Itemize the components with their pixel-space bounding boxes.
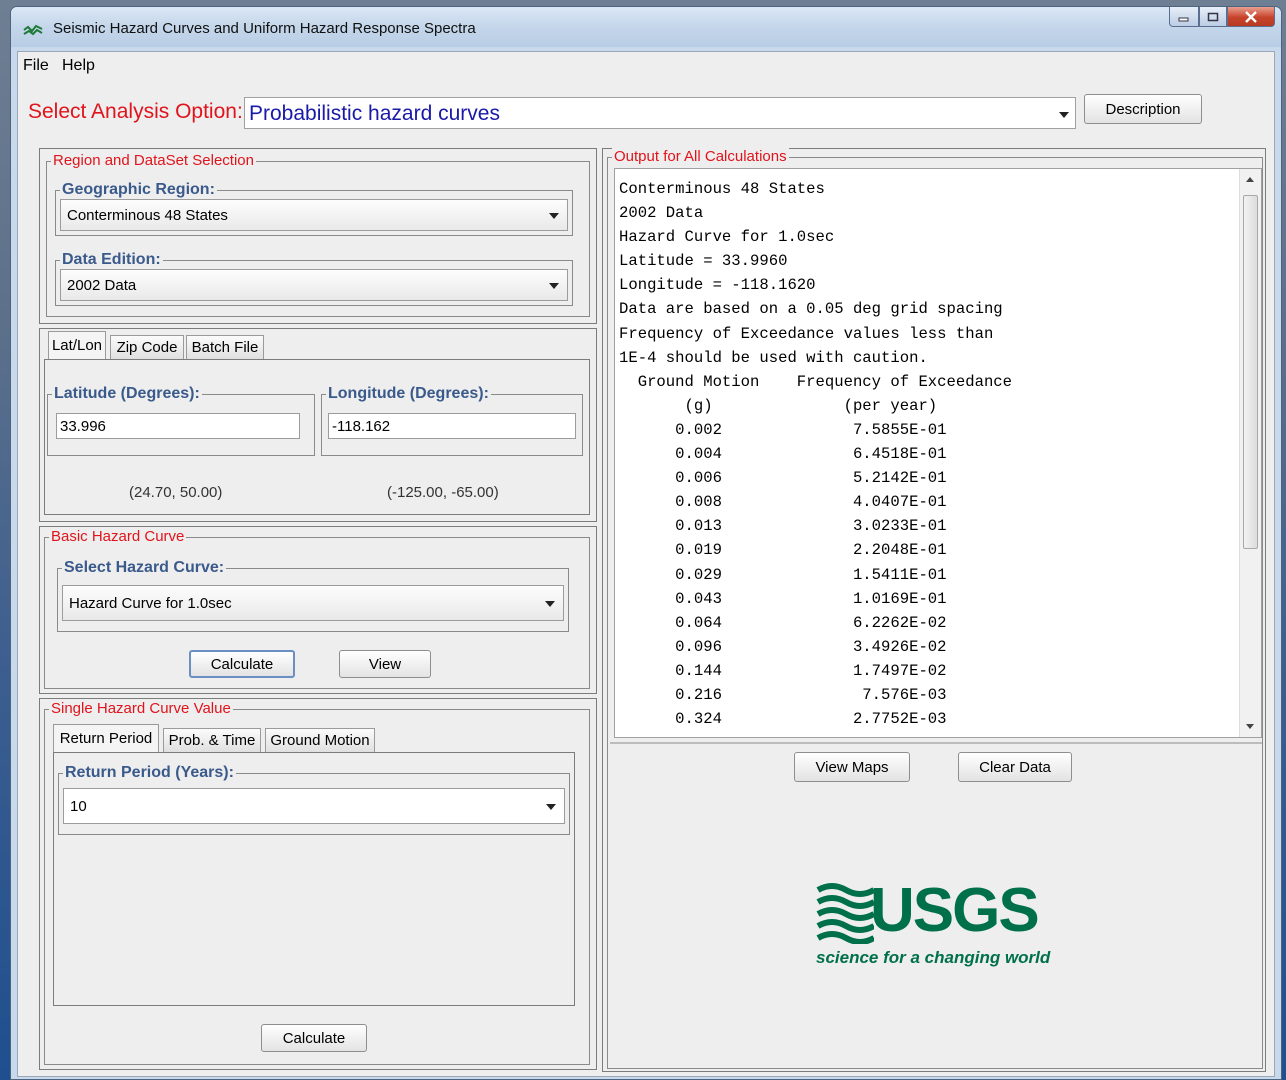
basic-calculate-button[interactable]: Calculate: [189, 650, 295, 678]
longitude-group: Longitude (Degrees): -118.162: [321, 385, 583, 456]
return-period-tab-content: Return Period (Years): 10: [53, 752, 575, 1006]
analysis-option-label: Select Analysis Option:: [28, 100, 243, 123]
output-scrollbar[interactable]: [1239, 169, 1261, 737]
scroll-up-icon[interactable]: [1246, 177, 1254, 182]
latitude-label: Latitude (Degrees):: [52, 385, 202, 403]
output-text-area[interactable]: Conterminous 48 States 2002 Data Hazard …: [614, 168, 1262, 738]
tab-zip-code[interactable]: Zip Code: [110, 335, 184, 359]
latitude-range: (24.70, 50.00): [129, 484, 223, 501]
longitude-label: Longitude (Degrees):: [326, 385, 491, 403]
app-window: Seismic Hazard Curves and Uniform Hazard…: [10, 6, 1282, 1080]
single-hazard-title: Single Hazard Curve Value: [49, 700, 233, 718]
geo-region-group: Geographic Region: Conterminous 48 State…: [55, 181, 573, 236]
maximize-icon: [1207, 12, 1219, 21]
return-period-label: Return Period (Years):: [63, 764, 236, 782]
usgs-logo: USGS science for a changing world: [816, 876, 1056, 976]
tab-batch-file[interactable]: Batch File: [186, 335, 264, 359]
scroll-down-icon[interactable]: [1246, 724, 1254, 729]
chevron-down-icon: [549, 283, 559, 289]
single-calculate-button[interactable]: Calculate: [261, 1024, 367, 1052]
longitude-value: -118.162: [332, 418, 391, 435]
minimize-icon: [1178, 17, 1189, 21]
basic-hazard-title: Basic Hazard Curve: [49, 528, 187, 546]
chevron-down-icon: [546, 804, 556, 810]
basic-hazard-group: Basic Hazard Curve Select Hazard Curve: …: [44, 528, 590, 689]
single-hazard-group: Single Hazard Curve Value Return Period …: [44, 700, 590, 1065]
select-hazard-curve-group: Select Hazard Curve: Hazard Curve for 1.…: [57, 559, 569, 632]
menu-help[interactable]: Help: [62, 57, 95, 75]
latitude-value: 33.996: [60, 418, 106, 435]
chevron-down-icon: [1059, 112, 1069, 118]
close-icon: [1245, 10, 1257, 23]
tab-ground-motion[interactable]: Ground Motion: [265, 728, 375, 752]
longitude-range: (-125.00, -65.00): [387, 484, 499, 501]
select-hazard-curve-label: Select Hazard Curve:: [62, 559, 227, 577]
view-maps-button[interactable]: View Maps: [794, 752, 910, 782]
geo-region-label: Geographic Region:: [60, 181, 217, 199]
region-group: Region and DataSet Selection Geographic …: [46, 152, 590, 317]
close-button[interactable]: [1227, 7, 1275, 27]
scrollbar-thumb[interactable]: [1243, 195, 1258, 549]
window-content: File Help Select Analysis Option: Probab…: [17, 51, 1275, 1077]
usgs-wave-icon: [816, 883, 874, 944]
basic-hazard-panel: Basic Hazard Curve Select Hazard Curve: …: [39, 526, 597, 694]
analysis-option-value: Probabilistic hazard curves: [249, 102, 500, 125]
tab-return-period[interactable]: Return Period: [53, 724, 159, 752]
geo-region-value: Conterminous 48 States: [67, 207, 228, 224]
output-title: Output for All Calculations: [612, 148, 789, 166]
window-title: Seismic Hazard Curves and Uniform Hazard…: [53, 20, 476, 37]
tab-lat-lon[interactable]: Lat/Lon: [48, 331, 106, 359]
menu-file[interactable]: File: [23, 57, 49, 75]
single-hazard-panel: Single Hazard Curve Value Return Period …: [39, 698, 597, 1070]
data-edition-label: Data Edition:: [60, 251, 163, 269]
tab-prob-time[interactable]: Prob. & Time: [163, 728, 261, 752]
usgs-logo-text: USGS: [870, 876, 1040, 945]
data-edition-value: 2002 Data: [67, 277, 137, 294]
geo-region-select[interactable]: Conterminous 48 States: [60, 199, 568, 231]
app-icon: [23, 24, 43, 36]
location-panel: Lat/Lon Zip Code Batch File Latitude (De…: [39, 328, 597, 522]
hazard-curve-value: Hazard Curve for 1.0sec: [69, 595, 232, 612]
region-panel-title: Region and DataSet Selection: [51, 152, 256, 170]
divider: [610, 742, 1262, 744]
latitude-input[interactable]: 33.996: [56, 413, 300, 439]
latitude-group: Latitude (Degrees): 33.996: [47, 385, 315, 456]
longitude-input[interactable]: -118.162: [328, 413, 576, 439]
output-text: Conterminous 48 States 2002 Data Hazard …: [619, 180, 1013, 729]
usgs-tagline: science for a changing world: [816, 948, 1051, 967]
lat-lon-tab-content: Latitude (Degrees): 33.996 Longitude (De…: [44, 359, 590, 515]
description-button[interactable]: Description: [1084, 94, 1202, 124]
hazard-curve-select[interactable]: Hazard Curve for 1.0sec: [62, 585, 564, 621]
clear-data-button[interactable]: Clear Data: [958, 752, 1072, 782]
return-period-select[interactable]: 10: [63, 788, 565, 824]
menu-bar: File Help: [18, 52, 1274, 78]
chevron-down-icon: [549, 213, 559, 219]
chevron-down-icon: [545, 601, 555, 607]
view-button[interactable]: View: [339, 650, 431, 678]
analysis-option-select[interactable]: Probabilistic hazard curves: [244, 97, 1076, 129]
title-bar[interactable]: Seismic Hazard Curves and Uniform Hazard…: [11, 7, 1281, 47]
return-period-group: Return Period (Years): 10: [58, 764, 570, 835]
data-edition-group: Data Edition: 2002 Data: [55, 251, 573, 306]
region-panel: Region and DataSet Selection Geographic …: [39, 148, 597, 324]
minimize-button[interactable]: [1169, 7, 1199, 27]
maximize-button[interactable]: [1199, 7, 1227, 27]
return-period-value: 10: [70, 798, 87, 815]
data-edition-select[interactable]: 2002 Data: [60, 269, 568, 301]
